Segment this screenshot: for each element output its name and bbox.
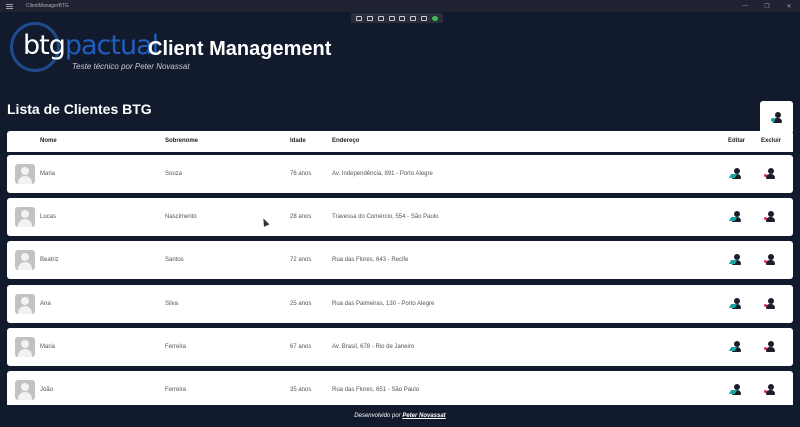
cell-sobrenome: Silva: [165, 301, 179, 307]
cell-endereco: Travessa do Comércio, 554 - São Paulo: [332, 214, 439, 220]
cell-idade: 35 anos: [290, 387, 312, 393]
avatar-placeholder-icon: [15, 337, 35, 357]
btg-pactual-logo: btgpactual: [23, 30, 159, 61]
column-header-editar: Editar: [728, 138, 746, 144]
edit-client-button[interactable]: [728, 341, 742, 353]
table-row: Lucas Nascimento 28 anos Travessa do Com…: [7, 198, 793, 236]
cell-sobrenome: Souza: [165, 171, 183, 177]
cell-idade: 67 anos: [290, 344, 312, 350]
minimize-button[interactable]: —: [734, 0, 756, 12]
delete-client-button[interactable]: [764, 341, 776, 353]
maximize-button[interactable]: ❐: [756, 0, 778, 12]
table-row: Ana Silva 25 anos Rua das Palmeiras, 130…: [7, 285, 793, 323]
toolbar-status-ok-icon[interactable]: [431, 15, 438, 21]
cell-endereco: Rua das Flores, 643 - Recife: [332, 257, 409, 263]
cell-nome: Maria: [40, 344, 56, 350]
column-header-excluir: Excluir: [761, 138, 782, 144]
cell-sobrenome: Ferreira: [165, 344, 187, 350]
table-row: Beatriz Santos 72 anos Rua das Flores, 6…: [7, 241, 793, 279]
delete-client-button[interactable]: [764, 168, 776, 180]
app-heading: Client Management: [148, 38, 332, 60]
window-title: ClientManagerBTG: [26, 3, 69, 9]
delete-client-button[interactable]: [764, 254, 776, 266]
cell-nome: Beatriz: [40, 257, 59, 263]
edit-client-button[interactable]: [728, 211, 742, 223]
avatar-placeholder-icon: [15, 294, 35, 314]
page-title: Lista de Clientes BTG: [7, 101, 152, 117]
delete-client-button[interactable]: [764, 384, 776, 396]
toolbar-pointer-icon[interactable]: [356, 15, 363, 21]
cell-endereco: Rua das Palmeiras, 130 - Porto Alegre: [332, 301, 435, 307]
logo-pactual-text: pactual: [64, 30, 159, 61]
toolbar-layout-icon[interactable]: [388, 15, 395, 21]
toolbar-hot-reload-icon[interactable]: [410, 15, 417, 21]
cell-sobrenome: Ferreira: [165, 387, 187, 393]
close-button[interactable]: ✕: [778, 0, 800, 12]
footer-author-link[interactable]: Peter Novassat: [402, 413, 445, 419]
table-row: Maria Ferreira 67 anos Av. Brasil, 678 -…: [7, 328, 793, 366]
cell-nome: Lucas: [40, 214, 57, 220]
delete-client-button[interactable]: [764, 211, 776, 223]
window-title-bar: ClientManagerBTG — ❐ ✕: [0, 0, 800, 12]
avatar-placeholder-icon: [15, 164, 35, 184]
hamburger-menu-icon[interactable]: [0, 0, 18, 12]
cell-endereco: Av. Independência, 891 - Porto Alegre: [332, 171, 433, 177]
delete-client-button[interactable]: [764, 298, 776, 310]
footer-prefix: Desenvolvido por: [354, 413, 401, 419]
cell-sobrenome: Nascimento: [165, 214, 197, 220]
window-controls: — ❐ ✕: [734, 0, 800, 12]
cell-nome: Ana: [40, 301, 51, 307]
edit-client-button[interactable]: [728, 168, 742, 180]
toolbar-bounds-icon[interactable]: [399, 15, 406, 21]
edit-client-button[interactable]: [728, 384, 742, 396]
app-subtitle: Teste técnico por Peter Novassat: [72, 62, 190, 71]
toolbar-display-icon[interactable]: [377, 15, 384, 21]
column-header-sobrenome: Sobrenome: [165, 138, 199, 144]
column-header-nome: Nome: [40, 138, 57, 144]
cell-idade: 28 anos: [290, 214, 312, 220]
cell-nome: João: [40, 387, 54, 393]
cell-endereco: Av. Brasil, 678 - Rio de Janeiro: [332, 344, 415, 350]
avatar-placeholder-icon: [15, 380, 35, 400]
column-header-endereco: Endereço: [332, 138, 360, 144]
cell-endereco: Rua das Flores, 651 - São Paulo: [332, 387, 420, 393]
footer: Desenvolvido por Peter Novassat: [0, 405, 800, 427]
edit-client-button[interactable]: [728, 254, 742, 266]
cell-sobrenome: Santos: [165, 257, 184, 263]
avatar-placeholder-icon: [15, 250, 35, 270]
logo-btg-text: btg: [23, 30, 66, 61]
cell-idade: 25 anos: [290, 301, 312, 307]
toolbar-select-icon[interactable]: [367, 15, 374, 21]
column-header-idade: Idade: [290, 138, 306, 144]
cell-nome: Maria: [40, 171, 56, 177]
table-row: Maria Souza 76 anos Av. Independência, 8…: [7, 155, 793, 193]
toolbar-info-icon[interactable]: [420, 15, 427, 21]
cell-idade: 76 anos: [290, 171, 312, 177]
cell-idade: 72 anos: [290, 257, 312, 263]
add-client-button[interactable]: [760, 101, 793, 134]
debug-toolbar: [351, 13, 443, 23]
add-person-icon: [770, 111, 783, 124]
table-header: Nome Sobrenome Idade Endereço Editar Exc…: [7, 131, 793, 152]
edit-client-button[interactable]: [728, 298, 742, 310]
avatar-placeholder-icon: [15, 207, 35, 227]
table-row: João Ferreira 35 anos Rua das Flores, 65…: [7, 371, 793, 409]
